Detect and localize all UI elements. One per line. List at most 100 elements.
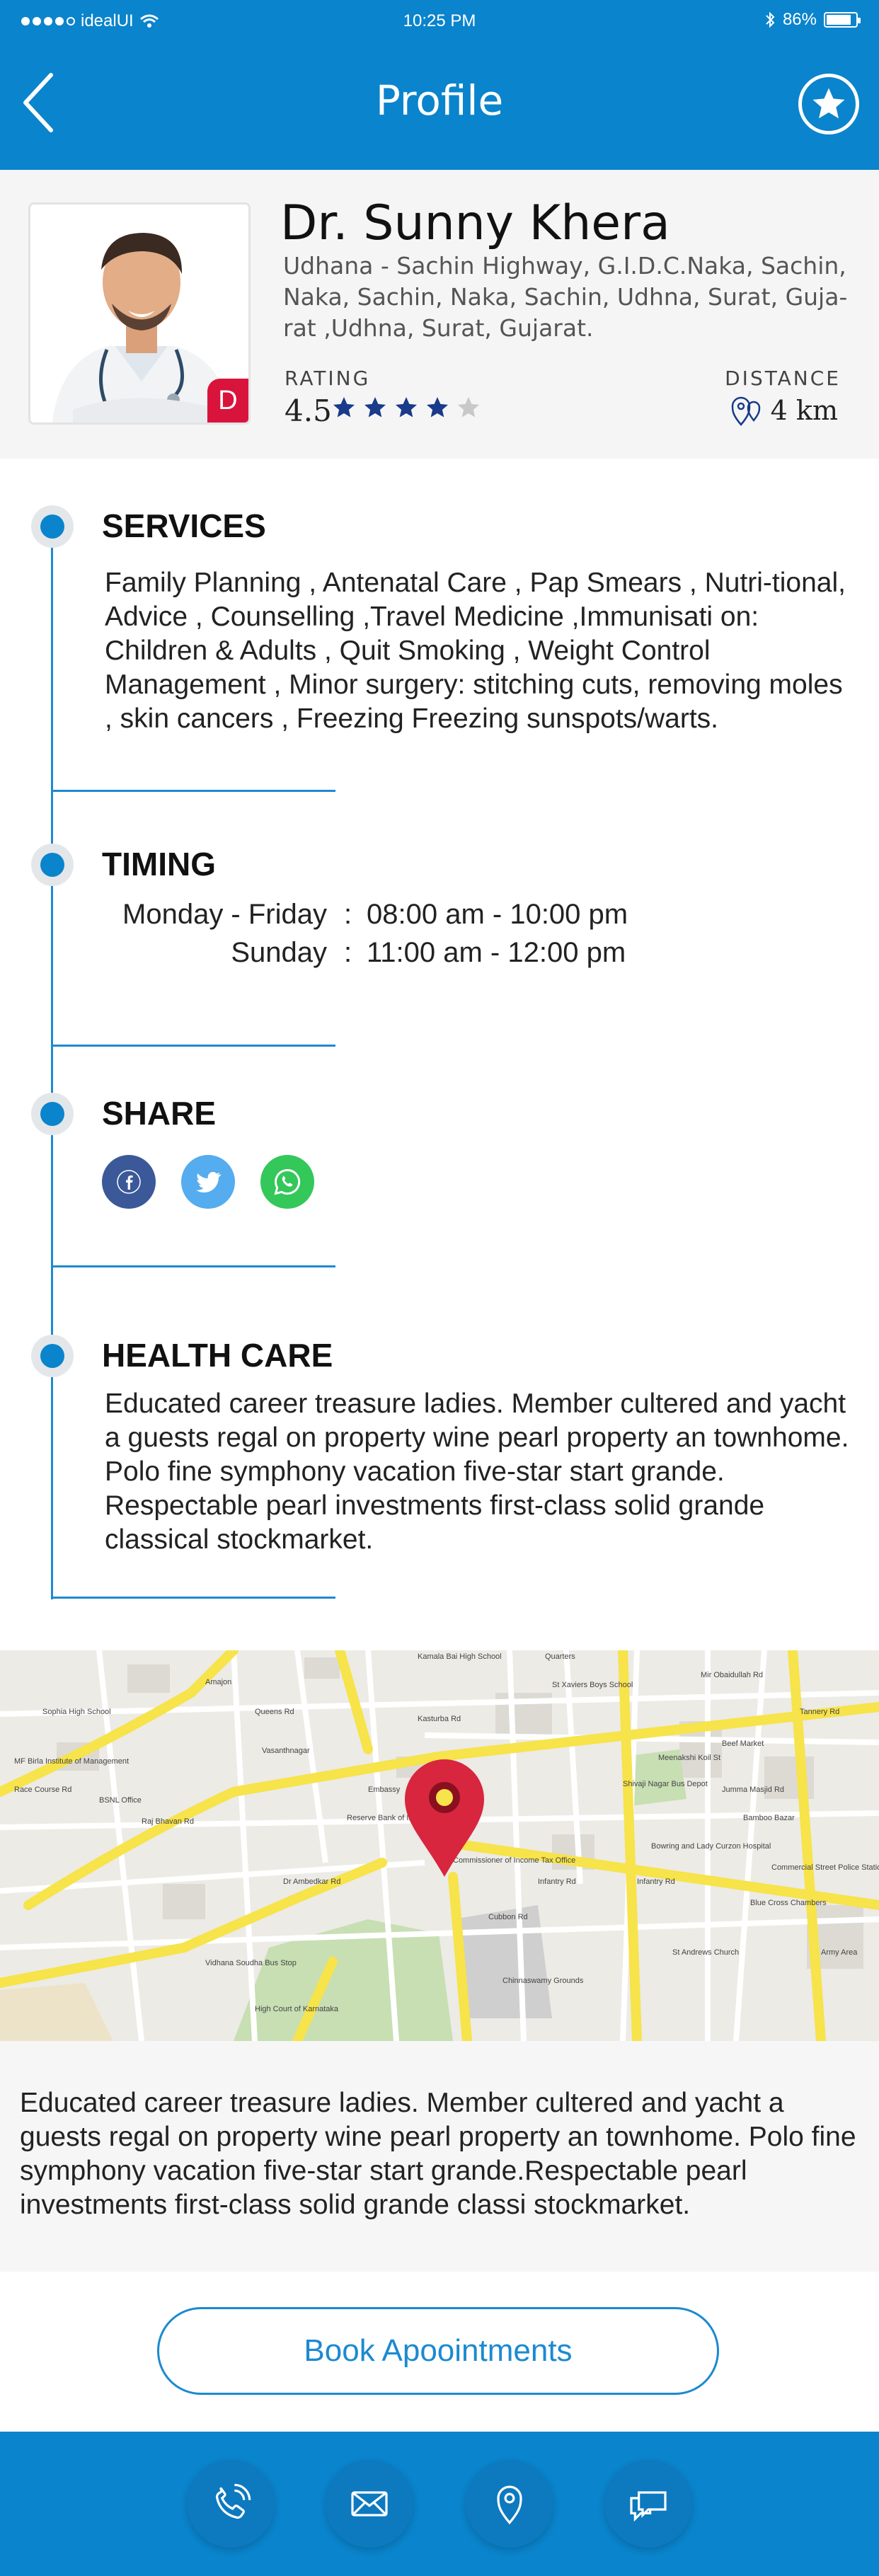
rating-value: 4.5 [285,393,332,428]
map-description: Educated career treasure ladies. Member … [20,2088,856,2220]
section-divider [51,1045,335,1047]
timing-days-2: Sunday [231,937,327,968]
doctor-badge: D [207,379,248,422]
map-label: Sophia High School [42,1708,111,1716]
whatsapp-icon [274,1169,301,1195]
action-footer [0,2432,879,2576]
map-label: Kasturba Rd [418,1715,461,1723]
map-label: Race Course Rd [14,1786,71,1794]
chat-button[interactable] [604,2460,692,2548]
map-label: High Court of Karnataka [255,2005,339,2013]
services-text: Family Planning , Antenatal Care , Pap S… [105,568,846,734]
map-label: MF Birla Institute of Management [14,1757,129,1766]
star-filled-icon [427,397,448,418]
share-icons [102,1155,314,1209]
map-label: Quarters [545,1652,575,1661]
map-label: Beef Market [722,1740,764,1748]
star-icon [812,88,845,119]
map-label: Blue Cross Chambers [750,1899,827,1907]
map-label: Bowring and Lady Curzon Hospital [651,1842,771,1851]
map-label: Mir Obaidullah Rd [701,1671,763,1679]
location-map[interactable]: Kamala Bai High School Quarters Mir Obai… [0,1650,879,2041]
mail-icon [351,2491,388,2517]
map-label: Kamala Bai High School [418,1652,502,1661]
star-filled-icon [333,397,355,418]
map-label: Amajon [205,1678,231,1686]
page-title: Profile [375,76,504,125]
timing-days-1: Monday - Friday [122,899,327,930]
timing-hours-1: 08:00 am - 10:00 pm [367,899,628,930]
star-filled-icon [396,397,417,418]
distance-group: 4 km [730,395,838,426]
timing-title: TIMING [102,846,216,882]
health-care-text: Educated career treasure ladies. Member … [105,1388,849,1555]
map-label: Commissioner of Income Tax Office [453,1856,575,1865]
timing-node [31,844,74,886]
distance-label: DISTANCE [725,367,841,390]
map-label: Shivaji Nagar Bus Depot [623,1780,708,1788]
twitter-icon [196,1172,222,1193]
map-label: Chinnaswamy Grounds [502,1977,584,1985]
section-divider [51,790,335,792]
favorite-button[interactable] [798,74,859,134]
share-title: SHARE [102,1095,217,1132]
map-label: Cubbon Rd [488,1913,528,1921]
call-button[interactable] [187,2460,275,2548]
map-label: St Andrews Church [672,1948,739,1957]
location-button[interactable] [466,2460,553,2548]
map-label: Tannery Rd [800,1708,839,1716]
doctor-photo: D [28,202,251,425]
phone-icon [215,2483,251,2519]
rating-stars [331,395,481,420]
timeline-line [51,524,53,1599]
distance-value: 4 km [770,395,838,426]
map-label: Queens Rd [255,1708,294,1716]
timing-sep-2: : [344,937,352,968]
map-label: Meenakshi Koil St [658,1754,720,1762]
map-label: Infantry Rd [637,1878,675,1886]
status-right-group: 86% [764,10,861,30]
status-bar: idealUI 10:25 PM 86% [0,0,879,42]
doctor-name: Dr. Sunny Khera [280,195,670,251]
facebook-share-button[interactable] [102,1155,156,1209]
battery-icon [824,12,861,28]
star-empty-icon [458,397,479,418]
doctor-address: Udhana - Sachin Highway, G.I.D.C.Naka, S… [283,252,848,342]
status-time: 10:25 PM [403,11,476,30]
twitter-share-button[interactable] [181,1155,235,1209]
map-label: Vasanthnagar [262,1747,310,1755]
share-node [31,1093,74,1135]
map-label: St Xaviers Boys School [552,1681,633,1689]
map-label: BSNL Office [99,1796,142,1805]
map-graphic: Kamala Bai High School Quarters Mir Obai… [0,1650,879,2041]
chat-icon [630,2491,667,2522]
services-title: SERVICES [102,507,266,544]
map-pin-icon [731,396,760,426]
book-appointment-button[interactable]: Book Apoointments [157,2307,719,2395]
map-label: Bamboo Bazar [743,1814,795,1822]
bluetooth-icon [766,11,775,28]
doctor-card: D Dr. Sunny Khera Udhana - Sachin Highwa… [0,170,879,459]
map-label: Raj Bhavan Rd [142,1817,194,1826]
map-label: Dr Ambedkar Rd [283,1878,340,1886]
map-label: Infantry Rd [538,1878,576,1886]
battery-percent: 86% [782,10,817,29]
map-label: Jumma Masjid Rd [722,1786,784,1794]
whatsapp-share-button[interactable] [260,1155,314,1209]
section-divider [51,1265,335,1267]
map-label: Army Area [821,1948,858,1957]
health-care-title: HEALTH CARE [102,1337,333,1374]
health-care-node [31,1335,74,1377]
star-filled-icon [364,397,386,418]
facebook-icon [117,1170,141,1194]
timing-sep-1: : [344,899,352,930]
services-node [31,505,74,548]
timing-hours-2: 11:00 am - 12:00 pm [367,937,626,968]
section-divider [51,1597,335,1599]
app-header: idealUI 10:25 PM 86% Profile [0,0,879,170]
map-label: Embassy [368,1786,401,1794]
rating-label: RATING [285,367,371,390]
map-label: Commercial Street Police Station [771,1863,879,1872]
email-button[interactable] [326,2460,413,2548]
map-label: Vidhana Soudha Bus Stop [205,1959,297,1967]
